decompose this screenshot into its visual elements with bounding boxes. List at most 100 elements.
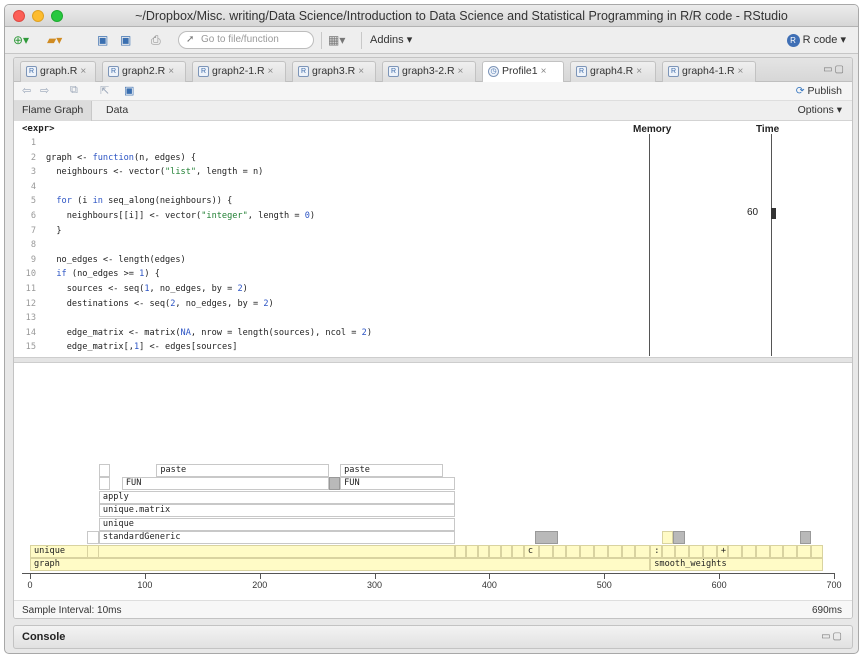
flame-frame[interactable]: apply [98, 490, 455, 504]
minimize-window-button[interactable] [32, 10, 44, 22]
flame-frame[interactable]: FUN [340, 477, 455, 490]
time-axis [22, 573, 834, 574]
close-tab-icon[interactable]: × [636, 66, 642, 77]
publish-button[interactable]: ⟳ Publish [796, 85, 842, 97]
tab-graph-r[interactable]: Rgraph.R × [20, 61, 96, 82]
flame-cell[interactable] [87, 531, 99, 544]
memory-column-divider [649, 134, 650, 356]
zoom-window-button[interactable] [51, 10, 63, 22]
flame-cell[interactable] [477, 544, 490, 558]
console-title: Console [22, 631, 66, 643]
flame-cell[interactable] [621, 544, 636, 558]
flame-frame[interactable]: unique.matrix [98, 504, 455, 517]
profile-code-view: <expr> Memory Time 1 2 graph <- function(n… [14, 121, 852, 357]
flame-cell[interactable] [328, 477, 341, 490]
flame-frame[interactable]: + [716, 544, 729, 558]
flame-cell[interactable] [689, 544, 704, 558]
project-menu[interactable]: RR code ▾ [786, 33, 846, 47]
flame-cell[interactable] [635, 544, 651, 558]
print-icon[interactable]: ⎙ [151, 32, 161, 48]
flame-cell[interactable] [769, 544, 784, 558]
flame-cell[interactable] [535, 531, 559, 544]
close-tab-icon[interactable]: × [458, 66, 464, 77]
flame-cell[interactable] [466, 544, 478, 558]
code-line: 11 sources <- seq(1, no_edges, by = 2) [14, 282, 248, 297]
flame-cell[interactable] [673, 531, 685, 544]
tab-graph2-r[interactable]: Rgraph2.R × [102, 61, 186, 82]
line-number: 2 [30, 152, 36, 163]
new-file-icon[interactable]: ⊕▾ [13, 32, 29, 48]
close-tab-icon[interactable]: × [358, 66, 364, 77]
r-file-icon: R [576, 65, 587, 77]
flame-cell[interactable] [728, 544, 743, 558]
flame-cell[interactable] [675, 544, 690, 558]
flame-cell[interactable] [797, 544, 812, 558]
flame-cell[interactable] [755, 544, 770, 558]
open-project-icon[interactable]: ▰▾ [47, 32, 62, 48]
save-all-icon[interactable]: ▣ [120, 32, 131, 48]
flame-cell[interactable] [87, 544, 99, 558]
flame-cell[interactable] [512, 544, 524, 558]
save-profile-icon[interactable]: ▣ [124, 84, 134, 97]
flame-cell[interactable] [799, 531, 812, 544]
flame-cell[interactable] [607, 544, 622, 558]
flame-cell[interactable] [661, 544, 676, 558]
console-pane[interactable]: Console ▭▢ [13, 625, 853, 649]
flame-frame[interactable]: c [523, 544, 539, 558]
flame-cell[interactable] [811, 544, 823, 558]
flame-frame[interactable]: standardGeneric [98, 531, 455, 544]
close-tab-icon[interactable]: × [168, 66, 174, 77]
flame-frame[interactable]: graph [30, 558, 651, 571]
flame-frame[interactable]: unique [98, 517, 455, 531]
flame-frame[interactable]: paste [156, 463, 329, 477]
show-in-window-icon[interactable]: ⧉ [70, 84, 78, 97]
grid-layout-icon[interactable]: ▦▾ [328, 32, 345, 48]
flame-cell[interactable] [98, 463, 111, 477]
pane-minimize-maximize-icon[interactable]: ▭▢ [823, 64, 846, 75]
addins-menu[interactable]: Addins ▾ [370, 33, 412, 46]
flame-cell[interactable] [98, 477, 111, 490]
tab-profile1[interactable]: ◷ Profile1 × [482, 61, 564, 83]
tab-graph4-r[interactable]: Rgraph4.R × [570, 61, 656, 82]
flame-frame[interactable]: smooth_weights [650, 558, 823, 571]
back-arrow-icon[interactable]: ⇦ [22, 84, 31, 97]
tab-graph3-2-r[interactable]: Rgraph3-2.R × [382, 61, 476, 82]
stopwatch-icon: ◷ [488, 65, 499, 77]
tab-flame-graph[interactable]: Flame Graph [14, 101, 93, 121]
tab-graph2-1-r[interactable]: Rgraph2-1.R × [192, 61, 286, 82]
save-icon[interactable]: ▣ [97, 32, 108, 48]
line-number: 4 [30, 181, 36, 192]
close-window-button[interactable] [13, 10, 25, 22]
flame-cell[interactable] [552, 544, 567, 558]
flame-cell[interactable] [538, 544, 553, 558]
tab-graph4-1-r[interactable]: Rgraph4-1.R × [662, 61, 756, 82]
flame-cell[interactable] [489, 544, 501, 558]
close-tab-icon[interactable]: × [738, 66, 744, 77]
open-profile-icon[interactable]: ⇱ [100, 84, 109, 97]
flame-cell[interactable] [500, 544, 513, 558]
flame-cell[interactable] [580, 544, 594, 558]
pane-minimize-maximize-icon[interactable]: ▭▢ [821, 631, 844, 642]
flame-cell[interactable] [454, 544, 467, 558]
flame-cell[interactable] [593, 544, 608, 558]
forward-arrow-icon[interactable]: ⇨ [40, 84, 49, 97]
close-tab-icon[interactable]: × [80, 66, 86, 77]
flame-cell[interactable] [742, 544, 756, 558]
flame-frame[interactable]: paste [340, 463, 444, 477]
line-number: 12 [25, 298, 36, 309]
flame-cell[interactable] [783, 544, 798, 558]
flame-frame[interactable]: : [650, 544, 662, 558]
expr-column-header: <expr> [22, 124, 55, 134]
close-tab-icon[interactable]: × [541, 66, 547, 77]
tab-graph3-r[interactable]: Rgraph3.R × [292, 61, 376, 82]
flame-cell[interactable] [703, 544, 717, 558]
close-tab-icon[interactable]: × [268, 66, 274, 77]
flame-cell[interactable] [661, 531, 674, 544]
tab-data[interactable]: Data [98, 101, 136, 121]
options-menu[interactable]: Options ▾ [798, 104, 842, 116]
code-text: } [46, 225, 62, 236]
flame-frame[interactable]: FUN [121, 477, 329, 490]
flame-cell[interactable] [566, 544, 581, 558]
time-column-divider [771, 134, 772, 356]
goto-file-input[interactable]: ➚ Go to file/function [178, 31, 314, 49]
